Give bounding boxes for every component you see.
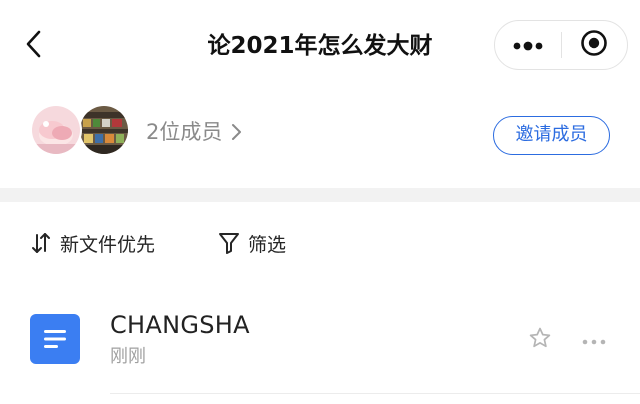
- chevron-left-icon: [23, 29, 45, 63]
- list-toolbar: 新文件优先 筛选: [0, 202, 640, 282]
- page-title: 论2021年怎么发大财: [207, 33, 433, 59]
- back-button[interactable]: [14, 26, 54, 66]
- chevron-right-icon: [230, 122, 242, 142]
- list-item[interactable]: CHANGSHA 刚刚: [0, 292, 640, 404]
- document-icon: [30, 314, 80, 364]
- avatar: [30, 104, 82, 156]
- section-divider: [0, 188, 640, 202]
- more-button[interactable]: [495, 21, 561, 69]
- star-button[interactable]: [526, 326, 554, 354]
- sort-label: 新文件优先: [60, 233, 156, 256]
- avatar: [78, 104, 130, 156]
- list-divider: [110, 393, 640, 394]
- filter-label: 筛选: [248, 233, 287, 256]
- file-timestamp: 刚刚: [110, 346, 146, 367]
- filter-button[interactable]: 筛选: [218, 228, 286, 258]
- member-avatars[interactable]: [30, 104, 132, 156]
- members-row: 2位成员 邀请成员: [0, 92, 640, 188]
- funnel-icon: [218, 231, 240, 255]
- file-name: CHANGSHA: [110, 311, 250, 339]
- group-document-screen: 论2021年怎么发大财 2位成员 邀请成员 新文件优先 筛选 CHANGSHA …: [0, 0, 640, 404]
- sort-button[interactable]: 新文件优先: [30, 228, 155, 258]
- star-icon: [528, 326, 552, 354]
- more-dots-icon: [512, 36, 544, 55]
- sort-arrows-icon: [30, 231, 52, 255]
- member-count-link[interactable]: 2位成员: [146, 118, 242, 146]
- nav-bar: 论2021年怎么发大财: [0, 0, 640, 92]
- file-more-button[interactable]: [580, 330, 608, 350]
- invite-members-button[interactable]: 邀请成员: [493, 116, 610, 155]
- more-horizontal-icon: [581, 331, 607, 350]
- mini-program-capsule: [494, 20, 628, 70]
- close-mini-program-button[interactable]: [562, 21, 628, 69]
- member-count-label: 2位成员: [146, 120, 223, 144]
- record-circle-icon: [580, 29, 608, 61]
